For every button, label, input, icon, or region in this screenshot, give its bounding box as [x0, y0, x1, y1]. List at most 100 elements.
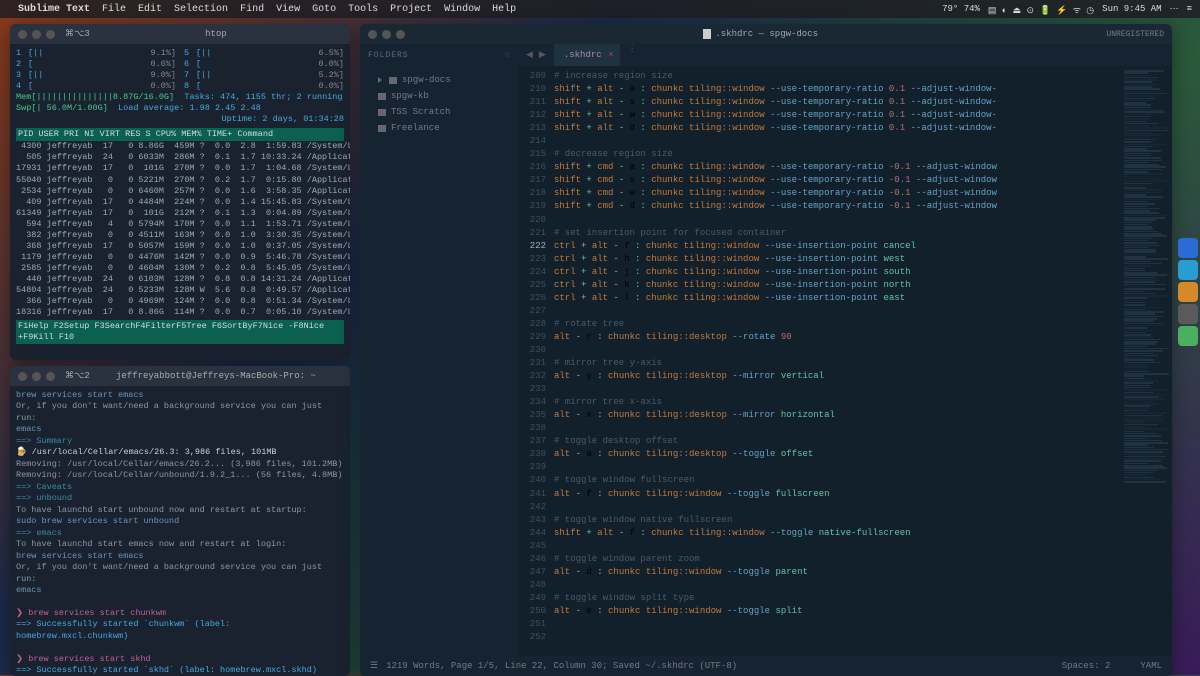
code-line[interactable]: [554, 135, 1120, 148]
code-line[interactable]: alt - x : chunkc tiling::desktop --mirro…: [554, 409, 1120, 422]
process-row[interactable]: 505 jeffreyab 24 0 6033M 286M ? 0.1 1.7 …: [16, 152, 344, 163]
htop-titlebar[interactable]: ⌘⌥3 htop: [10, 24, 350, 44]
process-row[interactable]: 440 jeffreyab 24 0 6103M 128M ? 0.8 0.8 …: [16, 274, 344, 285]
code-line[interactable]: [554, 214, 1120, 227]
overflow-icon[interactable]: ⋮: [620, 44, 645, 66]
terminal-body[interactable]: brew services start emacsOr, if you don'…: [10, 386, 350, 676]
dock-item[interactable]: [1178, 326, 1198, 346]
process-row[interactable]: 366 jeffreyab 0 0 4969M 124M ? 0.0 0.8 0…: [16, 296, 344, 307]
menu-file[interactable]: File: [102, 4, 126, 15]
code-line[interactable]: shift + alt - s : chunkc tiling::window …: [554, 96, 1120, 109]
code-line[interactable]: [554, 579, 1120, 592]
code-line[interactable]: # toggle window parent zoom: [554, 553, 1120, 566]
code-line[interactable]: ctrl + alt - h : chunkc tiling::window -…: [554, 253, 1120, 266]
dock-item[interactable]: [1178, 238, 1198, 258]
process-row[interactable]: 55040 jeffreyab 0 0 5221M 270M ? 0.2 1.7…: [16, 175, 344, 186]
code-line[interactable]: shift + cmd - w : chunkc tiling::window …: [554, 187, 1120, 200]
code-line[interactable]: alt - d : chunkc tiling::window --toggle…: [554, 566, 1120, 579]
process-row[interactable]: 594 jeffreyab 4 0 5794M 170M ? 0.0 1.1 1…: [16, 219, 344, 230]
zoom-icon[interactable]: [46, 372, 55, 381]
code-line[interactable]: shift + cmd - a : chunkc tiling::window …: [554, 161, 1120, 174]
dock-item[interactable]: [1178, 304, 1198, 324]
code-line[interactable]: alt - a : chunkc tiling::desktop --toggl…: [554, 448, 1120, 461]
code-line[interactable]: ctrl + alt - f : chunkc tiling::window -…: [554, 240, 1120, 253]
code-line[interactable]: # increase region size: [554, 70, 1120, 83]
minimize-icon[interactable]: [382, 30, 391, 39]
code-line[interactable]: # toggle desktop offset: [554, 435, 1120, 448]
menu-icon[interactable]: ☰: [370, 661, 378, 671]
code-line[interactable]: [554, 618, 1120, 631]
code-line[interactable]: alt - y : chunkc tiling::desktop --mirro…: [554, 370, 1120, 383]
minimize-icon[interactable]: [32, 30, 41, 39]
process-row[interactable]: 368 jeffreyab 17 0 5057M 159M ? 0.0 1.0 …: [16, 241, 344, 252]
code-line[interactable]: alt - e : chunkc tiling::window --toggle…: [554, 605, 1120, 618]
code-line[interactable]: [554, 344, 1120, 357]
sidebar-item[interactable]: TSS Scratch: [364, 104, 514, 120]
process-row[interactable]: 1179 jeffreyab 0 0 4476M 142M ? 0.0 0.9 …: [16, 252, 344, 263]
code-line[interactable]: shift + cmd - s : chunkc tiling::window …: [554, 174, 1120, 187]
dock-item[interactable]: [1178, 260, 1198, 280]
sidebar-item[interactable]: spgw-kb: [364, 88, 514, 104]
code-line[interactable]: [554, 461, 1120, 474]
process-row[interactable]: 2585 jeffreyab 0 0 4604M 130M ? 0.2 0.8 …: [16, 263, 344, 274]
process-header[interactable]: PID USER PRI NI VIRT RES S CPU% MEM% TIM…: [16, 128, 344, 141]
minimap[interactable]: [1122, 66, 1172, 656]
menu-find[interactable]: Find: [240, 4, 264, 15]
code-line[interactable]: alt - f : chunkc tiling::window --toggle…: [554, 488, 1120, 501]
close-icon[interactable]: [18, 30, 27, 39]
code-area[interactable]: # increase region sizeshift + alt - a : …: [552, 66, 1122, 656]
code-line[interactable]: # mirror tree y-axis: [554, 357, 1120, 370]
menu-help[interactable]: Help: [492, 4, 516, 15]
code-line[interactable]: [554, 305, 1120, 318]
code-line[interactable]: shift + alt - w : chunkc tiling::window …: [554, 109, 1120, 122]
menu-edit[interactable]: Edit: [138, 4, 162, 15]
code-line[interactable]: [554, 422, 1120, 435]
menu-tools[interactable]: Tools: [348, 4, 378, 15]
code-line[interactable]: [554, 383, 1120, 396]
code-line[interactable]: shift + alt - f : chunkc tiling::window …: [554, 527, 1120, 540]
status-time[interactable]: Sun 9:45 AM: [1102, 4, 1161, 14]
code-line[interactable]: [554, 540, 1120, 553]
process-row[interactable]: 17931 jeffreyab 17 0 101G 270M ? 0.0 1.7…: [16, 163, 344, 174]
terminal-titlebar[interactable]: ⌘⌥2 jeffreyabbott@Jeffreys-MacBook-Pro: …: [10, 366, 350, 386]
sidebar-item[interactable]: Freelance: [364, 120, 514, 136]
code-line[interactable]: ctrl + alt - l : chunkc tiling::window -…: [554, 292, 1120, 305]
list-icon[interactable]: ≡: [1187, 4, 1192, 14]
menu-window[interactable]: Window: [444, 4, 480, 15]
code-line[interactable]: [554, 501, 1120, 514]
sidebar-item[interactable]: spgw-docs: [364, 72, 514, 88]
zoom-icon[interactable]: [396, 30, 405, 39]
process-row[interactable]: 54804 jeffreyab 24 0 5233M 128M W 5.6 0.…: [16, 285, 344, 296]
menu-view[interactable]: View: [276, 4, 300, 15]
process-row[interactable]: 4300 jeffreyab 17 0 8.86G 459M ? 0.0 2.8…: [16, 141, 344, 152]
editor[interactable]: 2092102112122132142152162172182192202212…: [518, 66, 1172, 656]
code-line[interactable]: # toggle window split type: [554, 592, 1120, 605]
close-icon[interactable]: [18, 372, 27, 381]
code-line[interactable]: ctrl + alt - k : chunkc tiling::window -…: [554, 279, 1120, 292]
process-row[interactable]: 61349 jeffreyab 17 0 101G 212M ? 0.1 1.3…: [16, 208, 344, 219]
tab-skhdrc[interactable]: .skhdrc ×: [554, 44, 620, 66]
app-name[interactable]: Sublime Text: [18, 4, 90, 15]
nav-back-icon[interactable]: ◀: [526, 50, 533, 60]
process-row[interactable]: 409 jeffreyab 17 0 4484M 224M ? 0.0 1.4 …: [16, 197, 344, 208]
code-line[interactable]: # mirror tree x-axis: [554, 396, 1120, 409]
code-line[interactable]: # toggle window native fullscreen: [554, 514, 1120, 527]
menu-project[interactable]: Project: [390, 4, 432, 15]
zoom-icon[interactable]: [46, 30, 55, 39]
close-tab-icon[interactable]: ×: [608, 50, 613, 60]
process-row[interactable]: 2534 jeffreyab 0 0 6460M 257M ? 0.0 1.6 …: [16, 186, 344, 197]
nav-fwd-icon[interactable]: ▶: [539, 50, 546, 60]
code-line[interactable]: ctrl + alt - j : chunkc tiling::window -…: [554, 266, 1120, 279]
close-icon[interactable]: [368, 30, 377, 39]
menu-goto[interactable]: Goto: [312, 4, 336, 15]
code-line[interactable]: shift + cmd - d : chunkc tiling::window …: [554, 200, 1120, 213]
minimize-icon[interactable]: [32, 372, 41, 381]
dock-item[interactable]: [1178, 282, 1198, 302]
code-line[interactable]: shift + alt - a : chunkc tiling::window …: [554, 83, 1120, 96]
sublime-titlebar[interactable]: .skhdrc — spgw-docs UNREGISTERED: [360, 24, 1172, 44]
code-line[interactable]: # rotate tree: [554, 318, 1120, 331]
status-syntax[interactable]: YAML: [1140, 661, 1162, 671]
code-line[interactable]: alt - r : chunkc tiling::desktop --rotat…: [554, 331, 1120, 344]
code-line[interactable]: shift + alt - d : chunkc tiling::window …: [554, 122, 1120, 135]
code-line[interactable]: # decrease region size: [554, 148, 1120, 161]
